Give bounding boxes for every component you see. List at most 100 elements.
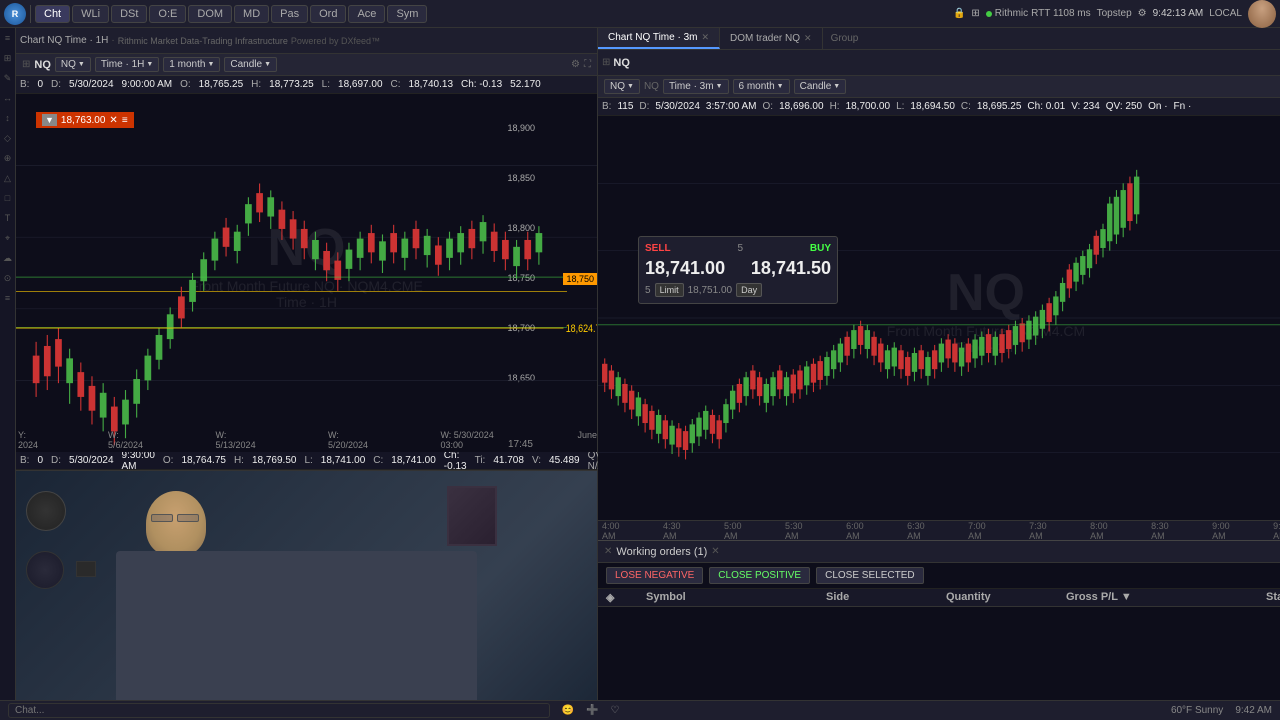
- close-positive-btn[interactable]: CLOSE POSITIVE: [709, 567, 810, 584]
- top-right-info: 🔒 ⊞ Rithmic RTT 1108 ms Topstep ⚙ 9:42:1…: [953, 8, 1242, 19]
- ta-3: 5:30 AM: [785, 521, 816, 541]
- sidebar-icon-10[interactable]: T: [2, 212, 14, 224]
- sidebar-icon-3[interactable]: ✎: [2, 72, 14, 84]
- right-price-row: B: 115 D: 5/30/2024 3:57:00 AM O: 18,696…: [598, 98, 1280, 116]
- order-side-labels: SELL 5 BUY: [645, 243, 831, 254]
- left-chart-panel: Chart NQ Time · 1H · Rithmic Market Data…: [16, 28, 598, 720]
- open-label: O:: [180, 79, 191, 90]
- right-symbol-dropdown[interactable]: NQ: [604, 79, 640, 94]
- toolbar-btn-dst[interactable]: DSt: [111, 5, 147, 23]
- sidebar-icon-12[interactable]: ☁: [2, 252, 14, 264]
- chat-input[interactable]: [8, 703, 550, 718]
- toolbar-btn-pas[interactable]: Pas: [271, 5, 308, 23]
- left-candle-chart[interactable]: 18,624.75: [16, 94, 597, 452]
- sidebar-icon-13[interactable]: ⊙: [2, 272, 14, 284]
- toolbar-btn-cht[interactable]: Cht: [35, 5, 70, 23]
- left-symbol: NQ: [34, 59, 51, 71]
- sidebar-icon-5[interactable]: ↕: [2, 112, 14, 124]
- add-icon[interactable]: ➕: [586, 705, 598, 716]
- left-chart-area[interactable]: NQ Front Month Future NQ · NQM4.CME Time…: [16, 94, 597, 452]
- sidebar-icon-1[interactable]: ≡: [2, 32, 14, 44]
- user-avatar[interactable]: [1248, 0, 1276, 28]
- toolbar-btn-dom[interactable]: DOM: [188, 5, 232, 23]
- ta-0: 4:00 AM: [602, 521, 633, 541]
- left-charttype-dropdown[interactable]: Candle: [224, 57, 277, 72]
- day-btn[interactable]: Day: [736, 283, 762, 297]
- window-icon: ⊞: [971, 8, 979, 19]
- ta-5: 6:30 AM: [907, 521, 938, 541]
- toolbar-btn-wli[interactable]: WLi: [72, 5, 109, 23]
- tab-close-1[interactable]: ✕: [701, 32, 709, 43]
- sidebar-icon-11[interactable]: ⌖: [2, 232, 14, 244]
- emoji-icon[interactable]: 😊: [562, 705, 574, 716]
- tab-dom-trader[interactable]: DOM trader NQ ✕: [720, 28, 823, 49]
- chart-fullscreen-icon[interactable]: ⛶: [584, 59, 591, 70]
- time-display: 9:42:13 AM: [1153, 8, 1204, 19]
- left-timeframe-dropdown[interactable]: Time · 1H: [95, 57, 159, 72]
- right-timeframe-dropdown[interactable]: Time · 3m: [663, 79, 729, 94]
- toolbar-btn-ace[interactable]: Ace: [348, 5, 385, 23]
- tab-chart-nq-3m[interactable]: Chart NQ Time · 3m ✕: [598, 28, 720, 49]
- orders-table-header: ◈ Symbol Side Quantity Gross P/L ▼ State: [598, 589, 1280, 607]
- right-charttype-dropdown[interactable]: Candle: [794, 79, 847, 94]
- right-chart-area[interactable]: NQ Front Month Future · NQM4.CM Time · 3…: [598, 116, 1280, 520]
- rithmic-badge: Rithmic RTT 1108 ms: [986, 8, 1091, 19]
- close-selected-btn[interactable]: CLOSE SELECTED: [816, 567, 923, 584]
- sidebar-icon-4[interactable]: ↔: [2, 92, 14, 104]
- filter-icon[interactable]: ▼: [1121, 591, 1132, 603]
- right-candle-chart[interactable]: [598, 116, 1280, 520]
- right-chart-grid-icon: ⊞: [602, 57, 610, 68]
- tab-dom-label: DOM trader NQ: [730, 33, 800, 44]
- lock-icon: 🔒: [953, 8, 965, 19]
- time-label-2: W: 5/13/2024: [216, 430, 268, 450]
- time-val: 9:00:00 AM: [122, 79, 173, 90]
- left-symbol-dropdown[interactable]: NQ: [55, 57, 91, 72]
- time-label-3: W: 5/20/2024: [328, 430, 380, 450]
- panel-close-2[interactable]: ✕: [711, 546, 719, 557]
- left-sidebar: ≡ ⊞ ✎ ↔ ↕ ◇ ⊕ △ □ T ⌖ ☁ ⊙ ≡: [0, 28, 16, 720]
- sidebar-icon-9[interactable]: □: [2, 192, 14, 204]
- lower-price-row: B: 0 D: 5/30/2024 9:30:00 AM O: 18,764.7…: [16, 452, 597, 470]
- toolbar-btn-ord[interactable]: Ord: [310, 5, 346, 23]
- separator-dot: ·: [111, 35, 114, 46]
- ta-9: 8:30 AM: [1151, 521, 1182, 541]
- tab-chart-nq-3m-label: Chart NQ Time · 3m: [608, 32, 697, 43]
- sidebar-icon-7[interactable]: ⊕: [2, 152, 14, 164]
- settings-icon[interactable]: ⚙: [1138, 8, 1147, 19]
- toolbar-btn-oe[interactable]: O:E: [149, 5, 186, 23]
- head: [146, 491, 206, 556]
- chart-title-label: Chart NQ Time · 1H: [20, 35, 108, 46]
- tab-close-2[interactable]: ✕: [804, 33, 812, 44]
- limit-btn[interactable]: Limit: [655, 283, 684, 297]
- time-axis: 4:00 AM 4:30 AM 5:00 AM 5:30 AM 6:00 AM …: [598, 520, 1280, 540]
- chart-settings-icon[interactable]: ⚙: [571, 59, 580, 70]
- left-period-dropdown[interactable]: 1 month: [163, 57, 220, 72]
- order-entry-panel: SELL 5 BUY 18,741.00 18,741.50 5 Limit 1…: [638, 236, 838, 304]
- webcam-area: 17:45: [16, 470, 597, 720]
- time-label-4: W: 5/30/2024 03:00: [440, 430, 517, 450]
- app-logo[interactable]: R: [4, 3, 26, 25]
- rithmic-sub: RTT 1108 ms: [1031, 8, 1090, 19]
- sidebar-icon-14[interactable]: ≡: [2, 292, 14, 304]
- right-symbol-label: NQ: [644, 81, 659, 92]
- lose-negative-btn[interactable]: LOSE NEGATIVE: [606, 567, 703, 584]
- sidebar-icon-8[interactable]: △: [2, 172, 14, 184]
- status-time: 9:42 AM: [1235, 705, 1272, 716]
- toolbar-btn-md[interactable]: MD: [234, 5, 269, 23]
- col-state: State: [1266, 591, 1280, 604]
- right-period-dropdown[interactable]: 6 month: [733, 79, 790, 94]
- main-layout: ≡ ⊞ ✎ ↔ ↕ ◇ ⊕ △ □ T ⌖ ☁ ⊙ ≡ Chart NQ Tim…: [0, 28, 1280, 720]
- webcam-feed: [16, 471, 597, 720]
- right-tab-bar: Chart NQ Time · 3m ✕ DOM trader NQ ✕ Gro…: [598, 28, 1280, 50]
- panel-close-x[interactable]: ✕: [604, 546, 612, 557]
- col-icon: ◈: [606, 591, 646, 604]
- heart-icon[interactable]: ♡: [610, 705, 619, 716]
- webcam-person: [16, 471, 597, 720]
- ta-7: 7:30 AM: [1029, 521, 1060, 541]
- sidebar-icon-6[interactable]: ◇: [2, 132, 14, 144]
- toolbar-btn-sym[interactable]: Sym: [387, 5, 427, 23]
- body: [116, 551, 477, 710]
- weather-display: 60°F Sunny: [1171, 705, 1223, 716]
- sidebar-icon-2[interactable]: ⊞: [2, 52, 14, 64]
- col-pnl: Gross P/L ▼: [1066, 591, 1266, 604]
